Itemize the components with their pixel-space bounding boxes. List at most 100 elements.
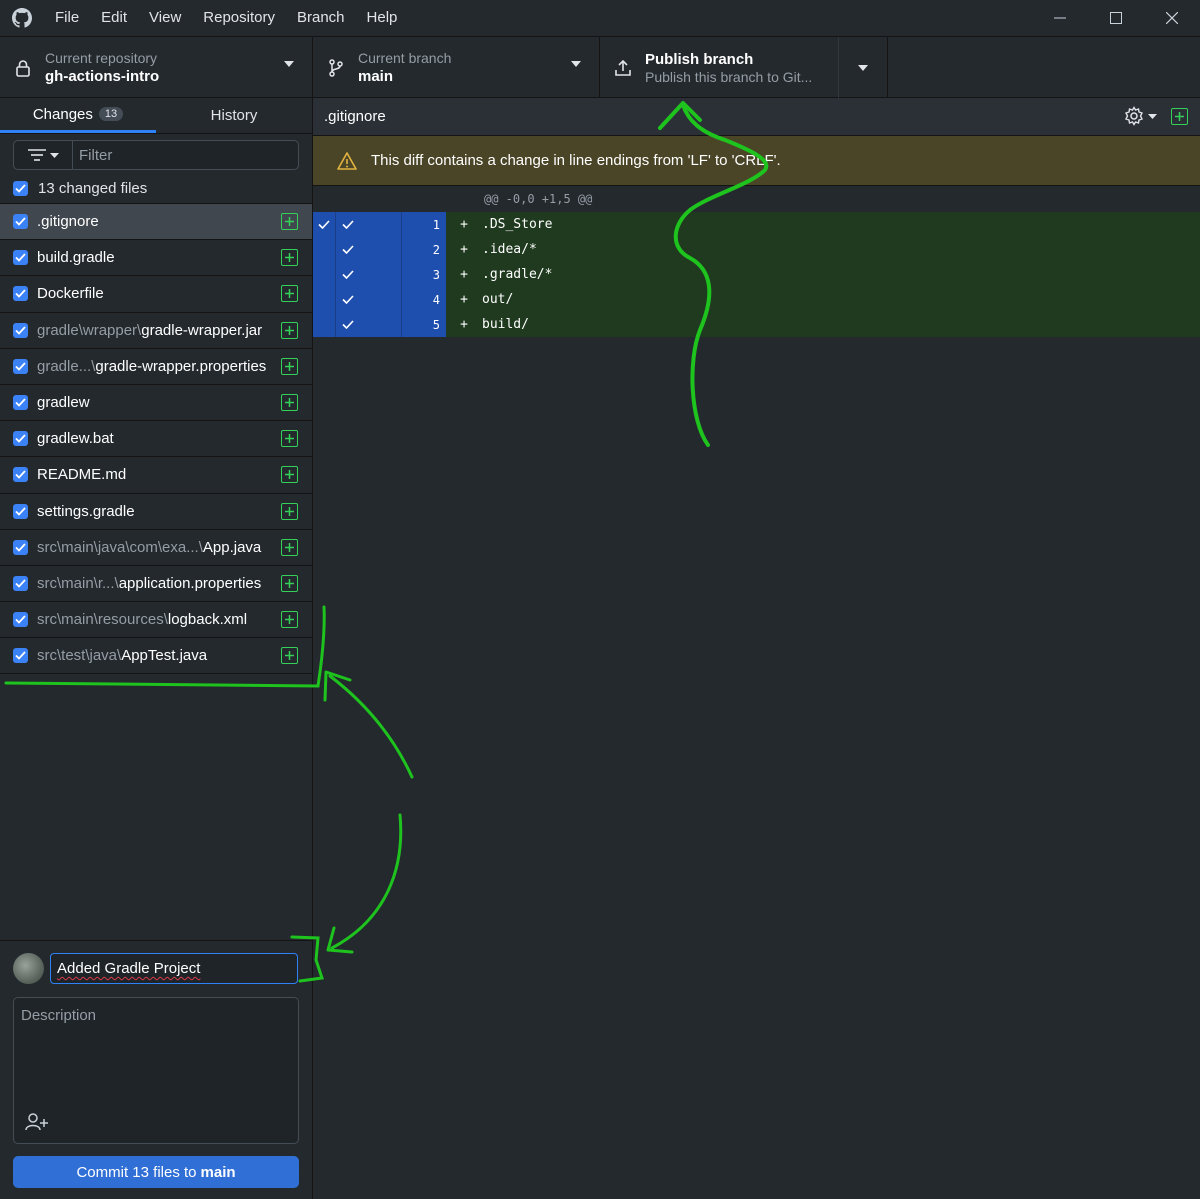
current-repository-button[interactable]: Current repository gh-actions-intro [0, 37, 313, 98]
file-row[interactable]: README.md [0, 457, 312, 494]
file-path: src\main\java\com\exa...\App.java [37, 539, 277, 556]
file-row[interactable]: gradlew [0, 385, 312, 422]
line-text: build/ [482, 317, 529, 332]
check-icon [15, 615, 26, 624]
line-include-checkbox[interactable] [335, 287, 401, 312]
diff-line[interactable]: 4 + out/ [313, 287, 1200, 312]
menu-file[interactable]: File [44, 0, 90, 36]
commit-summary-input[interactable]: Added Gradle Project [50, 953, 298, 984]
changed-file-list: .gitignore build.gradle Dockerfile gradle\w… [0, 204, 312, 675]
current-branch-button[interactable]: Current branch main [313, 37, 600, 98]
file-checkbox[interactable] [13, 612, 28, 628]
diff-line[interactable]: 1 + .DS_Store [313, 212, 1200, 237]
diff-line[interactable]: 3 + .gradle/* [313, 262, 1200, 287]
file-name: gradlew.bat [37, 430, 114, 448]
publish-title: Publish branch [645, 50, 754, 68]
line-include-checkbox[interactable] [335, 312, 401, 337]
check-icon [342, 320, 354, 329]
file-checkbox[interactable] [13, 539, 28, 555]
check-icon [15, 253, 26, 263]
line-select-gutter[interactable] [313, 287, 335, 312]
file-name: logback.xml [167, 611, 248, 629]
file-checkbox[interactable] [13, 431, 28, 447]
publish-dropdown-button[interactable] [839, 37, 888, 98]
commit-description-input[interactable]: Description [13, 997, 299, 1144]
file-checkbox[interactable] [13, 214, 28, 230]
maximize-button[interactable] [1088, 0, 1144, 36]
file-directory: gradle...\ [37, 357, 96, 375]
file-row[interactable]: settings.gradle [0, 494, 312, 530]
close-button[interactable] [1144, 0, 1200, 36]
line-include-checkbox[interactable] [335, 262, 401, 287]
file-row[interactable]: src\main\resources\logback.xml [0, 602, 312, 639]
filter-icon [27, 149, 46, 161]
diff-settings-button[interactable] [1124, 106, 1157, 126]
menu-view[interactable]: View [138, 0, 192, 36]
file-checkbox[interactable] [13, 467, 28, 483]
added-marker: + [460, 317, 468, 332]
file-row[interactable]: .gitignore [0, 204, 312, 241]
check-icon [318, 220, 330, 229]
publish-description: Publish this branch to Git... [645, 68, 813, 85]
file-checkbox[interactable] [13, 322, 28, 338]
file-row[interactable]: src\main\java\com\exa...\App.java [0, 530, 312, 566]
diff-line[interactable]: 2 + .idea/* [313, 237, 1200, 262]
check-icon [15, 506, 26, 516]
file-checkbox[interactable] [13, 250, 28, 266]
gear-icon [1125, 106, 1143, 126]
added-marker: + [460, 267, 468, 282]
menu-help[interactable]: Help [356, 0, 409, 36]
tab-changes[interactable]: Changes 13 [0, 98, 156, 133]
filter-input[interactable] [73, 141, 298, 169]
repository-label: Current repository [45, 49, 158, 66]
file-row[interactable]: gradlew.bat [0, 421, 312, 458]
file-checkbox[interactable] [13, 575, 28, 591]
file-checkbox[interactable] [13, 503, 28, 519]
check-icon [342, 220, 354, 229]
file-checkbox[interactable] [13, 648, 28, 664]
file-row[interactable]: build.gradle [0, 240, 312, 277]
file-added-icon [281, 213, 298, 230]
publish-branch-button[interactable]: Publish branch Publish this branch to Gi… [600, 37, 839, 98]
tab-history[interactable]: History [156, 98, 312, 133]
select-all-row[interactable]: 13 changed files [0, 174, 312, 204]
file-row[interactable]: gradle...\gradle-wrapper.properties [0, 349, 312, 385]
commit-button[interactable]: Commit 13 files to main [13, 1156, 299, 1188]
menu-edit[interactable]: Edit [90, 0, 138, 36]
upload-icon [600, 59, 645, 77]
file-checkbox[interactable] [13, 358, 28, 374]
menu-bar: File Edit View Repository Branch Help [44, 0, 408, 36]
file-added-icon [281, 430, 298, 448]
check-icon [15, 651, 26, 661]
line-include-checkbox[interactable] [335, 237, 401, 262]
file-checkbox[interactable] [13, 286, 28, 302]
menu-branch[interactable]: Branch [286, 0, 356, 36]
file-checkbox[interactable] [13, 395, 28, 411]
file-row[interactable]: Dockerfile [0, 276, 312, 313]
add-coauthor-button[interactable] [25, 1113, 49, 1136]
file-path: build.gradle [37, 249, 277, 266]
line-select-gutter[interactable] [313, 262, 335, 287]
line-select-gutter[interactable] [313, 237, 335, 262]
line-text: .DS_Store [482, 217, 553, 232]
diff-line[interactable]: 5 + build/ [313, 312, 1200, 337]
commit-summary-text: Added Gradle Project [57, 960, 201, 977]
filter-options-button[interactable] [14, 141, 73, 169]
file-row[interactable]: gradle\wrapper\gradle-wrapper.jar [0, 313, 312, 349]
file-row[interactable]: src\test\java\AppTest.java [0, 638, 312, 675]
line-select-gutter[interactable] [313, 312, 335, 337]
file-row[interactable]: src\main\r...\application.properties [0, 566, 312, 603]
line-number: 3 [401, 262, 446, 287]
commit-button-label: Commit 13 files to [76, 1163, 197, 1181]
warning-icon [337, 151, 357, 170]
line-number: 5 [401, 312, 446, 337]
line-include-checkbox[interactable] [335, 212, 401, 237]
file-path: gradlew.bat [37, 430, 277, 447]
diff-lines: 1 + .DS_Store 2 + .idea/* 3 + .gradle/* 4 + out/5 + b… [313, 212, 1200, 337]
menu-repository[interactable]: Repository [192, 0, 286, 36]
minimize-button[interactable] [1032, 0, 1088, 36]
added-marker: + [460, 292, 468, 307]
line-select-gutter[interactable] [313, 212, 335, 237]
file-path: .gitignore [37, 213, 277, 230]
select-all-checkbox[interactable] [13, 181, 28, 196]
